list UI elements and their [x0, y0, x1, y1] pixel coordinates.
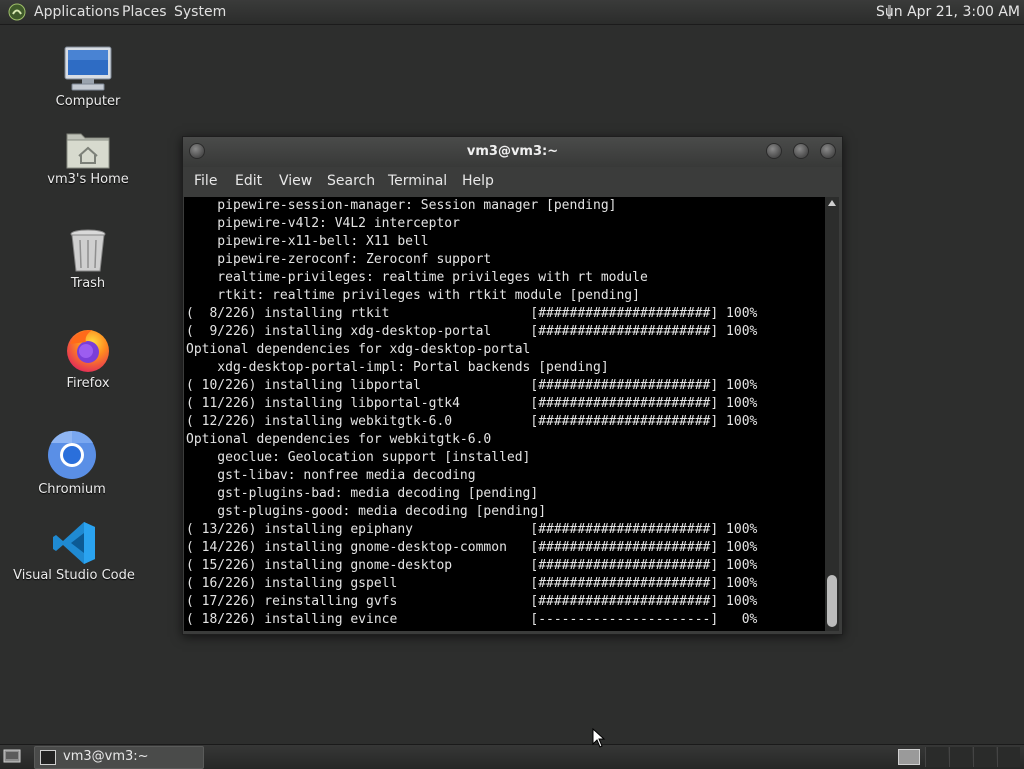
system-menu[interactable]: System [174, 0, 226, 24]
firefox-icon [67, 330, 109, 372]
trash-icon [70, 229, 106, 272]
desktop-icon-trash[interactable]: Trash [18, 228, 158, 291]
terminal-line: geoclue: Geolocation support [installed] [186, 450, 531, 465]
workspace-2[interactable] [925, 747, 948, 767]
scrollbar-thumb[interactable] [827, 575, 837, 627]
terminal-line: gst-libav: nonfree media decoding [186, 468, 476, 483]
terminal-line: rtkit: realtime privileges with rtkit mo… [186, 288, 640, 303]
terminal-line: Optional dependencies for webkitgtk-6.0 [186, 432, 492, 447]
gnome-foot-icon[interactable] [8, 3, 26, 21]
bottom-panel: vm3@vm3:~ [0, 744, 1024, 769]
menu-file[interactable]: File [194, 173, 217, 189]
window-title: vm3@vm3:~ [466, 144, 559, 159]
desktop-icon-label: Trash [70, 276, 106, 291]
minimize-button[interactable] [766, 143, 782, 159]
terminal-line: ( 15/226) installing gnome-desktop [####… [186, 558, 758, 573]
workspace-3[interactable] [949, 747, 972, 767]
scroll-up-arrow-icon[interactable] [828, 200, 836, 206]
terminal-line: gst-plugins-bad: media decoding [pending… [186, 486, 539, 501]
desktop-icon-label: Computer [55, 94, 121, 109]
terminal-line: ( 9/226) installing xdg-desktop-portal [… [186, 324, 758, 339]
taskbar-button-terminal[interactable]: vm3@vm3:~ [34, 746, 204, 769]
desktop-icon-computer[interactable]: Computer [18, 46, 158, 109]
desktop-icon-vscode[interactable]: Visual Studio Code [4, 520, 144, 583]
terminal-line: ( 8/226) installing rtkit [#############… [186, 306, 758, 321]
menu-bar: File Edit View Search Terminal Help [183, 167, 842, 195]
desktop-icon-label: vm3's Home [47, 172, 129, 187]
terminal-line: Optional dependencies for xdg-desktop-po… [186, 342, 531, 357]
mouse-cursor-icon [592, 728, 606, 748]
clock[interactable]: Sun Apr 21, 3:00 AM [876, 0, 1020, 24]
desktop-icon-chromium[interactable]: Chromium [2, 430, 142, 497]
home-folder-icon [66, 133, 110, 169]
terminal-line: realtime-privileges: realtime privileges… [186, 270, 648, 285]
terminal-line: ( 10/226) installing libportal [########… [186, 378, 758, 393]
close-button[interactable] [820, 143, 836, 159]
terminal-line: xdg-desktop-portal-impl: Portal backends… [186, 360, 609, 375]
desktop-icon-label: Chromium [38, 482, 106, 497]
places-menu[interactable]: Places [122, 0, 167, 24]
terminal-output[interactable]: pipewire-session-manager: Session manage… [184, 197, 825, 631]
menu-view[interactable]: View [279, 173, 312, 189]
scrollbar[interactable] [825, 197, 839, 631]
desktop-icon-firefox[interactable]: Firefox [18, 326, 158, 391]
taskbar-button-label: vm3@vm3:~ [63, 749, 149, 764]
workspace-1[interactable] [898, 749, 920, 765]
terminal-line: pipewire-x11-bell: X11 bell [186, 234, 429, 249]
chromium-icon [48, 430, 96, 479]
terminal-lines: pipewire-session-manager: Session manage… [184, 197, 825, 629]
workspace-5[interactable] [997, 747, 1020, 767]
terminal-line: ( 11/226) installing libportal-gtk4 [###… [186, 396, 758, 411]
terminal-line: ( 18/226) installing evince [-----------… [186, 612, 758, 627]
desktop-icon-label: Firefox [66, 376, 110, 391]
terminal-line: ( 12/226) installing webkitgtk-6.0 [####… [186, 414, 758, 429]
workspace-4[interactable] [973, 747, 996, 767]
terminal-icon [40, 750, 56, 765]
terminal-line: ( 17/226) reinstalling gvfs [###########… [186, 594, 758, 609]
terminal-line: pipewire-v4l2: V4L2 interceptor [186, 216, 460, 231]
terminal-line: ( 16/226) installing gspell [###########… [186, 576, 758, 591]
menu-edit[interactable]: Edit [235, 173, 262, 189]
desktop-icon-home[interactable]: vm3's Home [18, 128, 158, 187]
desktop-icon-label: Visual Studio Code [13, 568, 135, 583]
applications-menu[interactable]: Applications [34, 0, 120, 24]
menu-terminal[interactable]: Terminal [388, 173, 447, 189]
menu-search[interactable]: Search [327, 173, 375, 189]
top-panel: Applications Places System Sun Apr 21, 3… [0, 0, 1024, 25]
terminal-line: pipewire-session-manager: Session manage… [186, 198, 617, 213]
terminal-window[interactable]: vm3@vm3:~ File Edit View Search Terminal… [182, 136, 843, 635]
terminal-line: ( 14/226) installing gnome-desktop-commo… [186, 540, 758, 555]
vscode-icon [53, 522, 95, 564]
show-desktop-icon[interactable] [3, 749, 21, 764]
menu-help[interactable]: Help [462, 173, 494, 189]
terminal-line: ( 13/226) installing epiphany [#########… [186, 522, 758, 537]
computer-icon [64, 46, 112, 91]
terminal-line: gst-plugins-good: media decoding [pendin… [186, 504, 547, 519]
title-bar[interactable]: vm3@vm3:~ [183, 137, 842, 167]
terminal-line: pipewire-zeroconf: Zeroconf support [186, 252, 492, 267]
maximize-button[interactable] [793, 143, 809, 159]
